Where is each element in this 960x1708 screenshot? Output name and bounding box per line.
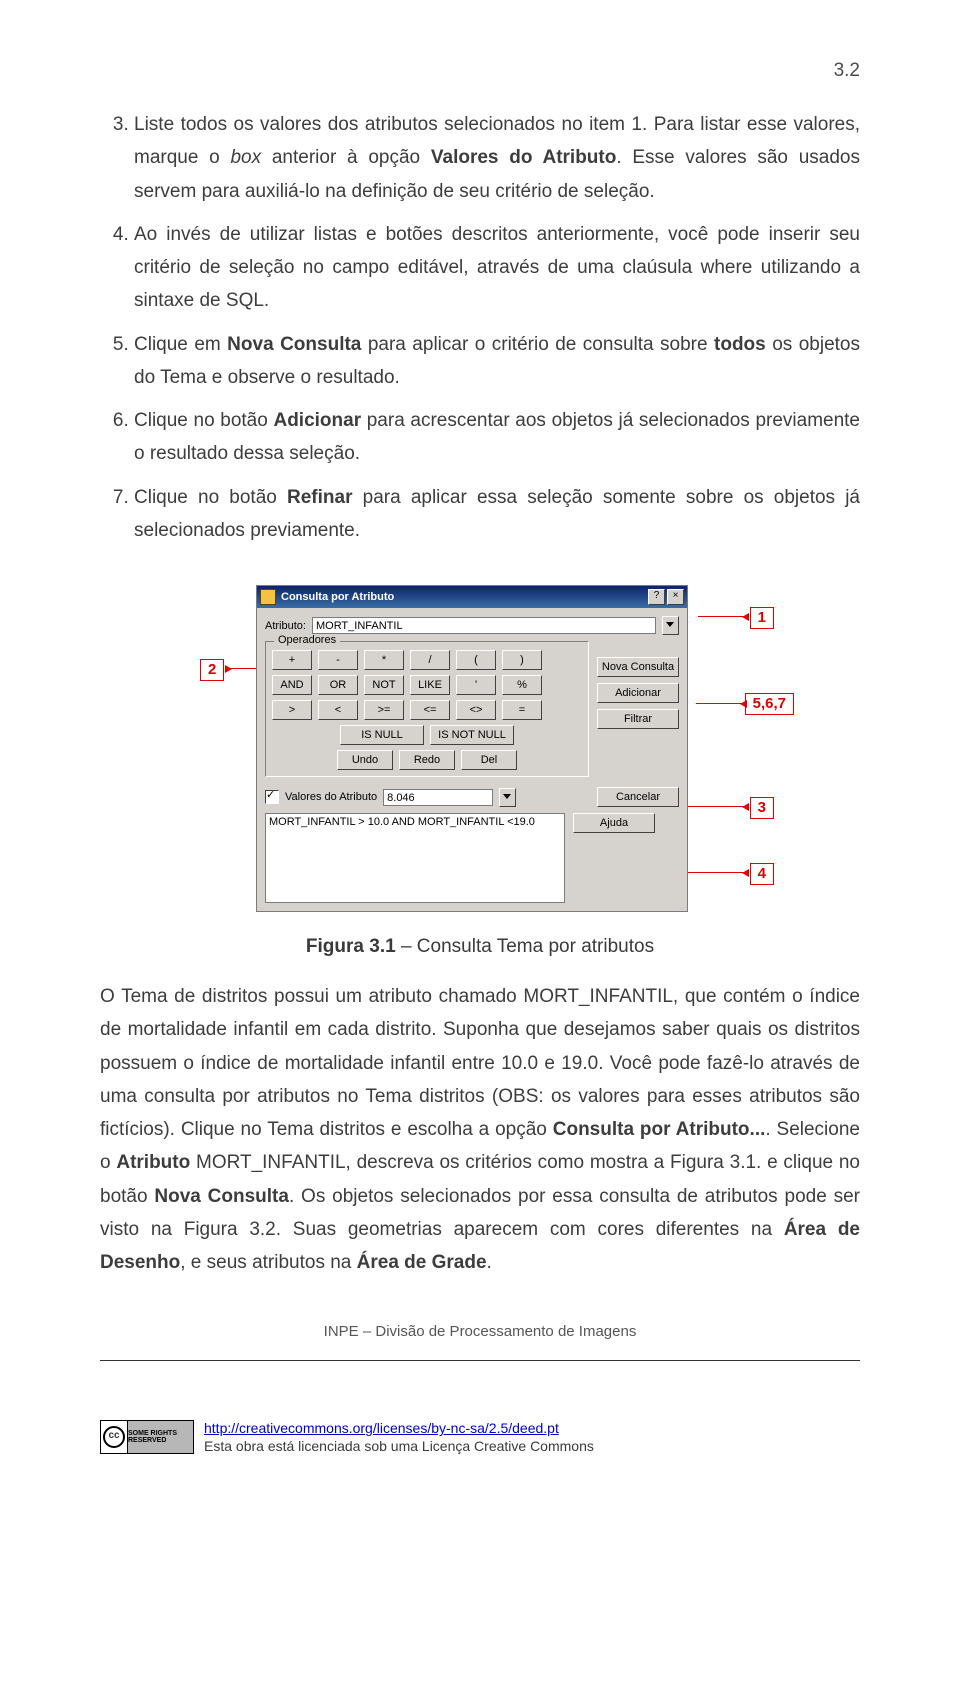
operator-button[interactable]: - — [318, 650, 358, 670]
operator-button[interactable]: % — [502, 675, 542, 695]
text-bold: Área de Grade — [357, 1252, 487, 1273]
operator-button[interactable]: > — [272, 700, 312, 720]
cancelar-button[interactable]: Cancelar — [597, 787, 679, 807]
operator-row: IS NULL IS NOT NULL — [272, 725, 582, 745]
window-icon — [260, 589, 276, 605]
callout-2: 2 — [200, 659, 224, 681]
callout-3: 3 — [750, 797, 774, 819]
valores-checkbox[interactable] — [265, 790, 279, 804]
callout-567: 5,6,7 — [745, 693, 794, 715]
list-item: Liste todos os valores dos atributos sel… — [134, 108, 860, 208]
text: Clique no botão — [134, 410, 273, 431]
text-bold: Refinar — [287, 487, 352, 508]
footer-org: INPE – Divisão de Processamento de Image… — [100, 1323, 860, 1340]
operator-button[interactable]: OR — [318, 675, 358, 695]
dialog-title: Consulta por Atributo — [281, 591, 646, 603]
text: . — [487, 1252, 492, 1273]
adicionar-button[interactable]: Adicionar — [597, 683, 679, 703]
page-number: 3.2 — [100, 60, 860, 82]
operator-button[interactable]: NOT — [364, 675, 404, 695]
list-item: Clique em Nova Consulta para aplicar o c… — [134, 328, 860, 395]
operator-button[interactable]: ) — [502, 650, 542, 670]
text-bold: Nova Consulta — [227, 334, 361, 355]
text: , e seus atributos na — [180, 1252, 356, 1273]
valores-label: Valores do Atributo — [285, 791, 377, 803]
attribute-combo[interactable]: MORT_INFANTIL — [312, 617, 656, 634]
cc-text: SOME RIGHTS RESERVED — [128, 1421, 193, 1453]
del-button[interactable]: Del — [461, 750, 517, 770]
numbered-list: Liste todos os valores dos atributos sel… — [100, 108, 860, 547]
figure-caption: Figura 3.1 – Consulta Tema por atributos — [100, 936, 860, 958]
operators-group: Operadores + - * / ( ) AND OR NOT — [265, 641, 589, 777]
operator-button[interactable]: = — [502, 700, 542, 720]
operator-button[interactable]: IS NULL — [340, 725, 424, 745]
redo-button[interactable]: Redo — [399, 750, 455, 770]
cc-badge: cc SOME RIGHTS RESERVED — [100, 1420, 194, 1454]
license-text: Esta obra está licenciada sob uma Licenç… — [204, 1438, 594, 1454]
combo-drop-icon[interactable] — [662, 616, 679, 635]
filtrar-button[interactable]: Filtrar — [597, 709, 679, 729]
list-item: Ao invés de utilizar listas e botões des… — [134, 218, 860, 318]
operator-button[interactable]: ' — [456, 675, 496, 695]
caption-text: – Consulta Tema por atributos — [396, 936, 654, 957]
list-item: Clique no botão Adicionar para acrescent… — [134, 404, 860, 471]
combo-drop-icon[interactable] — [499, 788, 516, 807]
dialog-titlebar[interactable]: Consulta por Atributo ? × — [257, 586, 687, 608]
edit-row: Undo Redo Del — [272, 750, 582, 770]
text-bold: Adicionar — [273, 410, 361, 431]
sql-textarea[interactable]: MORT_INFANTIL > 10.0 AND MORT_INFANTIL <… — [265, 813, 565, 903]
valores-combo[interactable]: 8.046 — [383, 789, 493, 806]
operator-button[interactable]: + — [272, 650, 312, 670]
operator-button[interactable]: / — [410, 650, 450, 670]
attribute-label: Atributo: — [265, 620, 306, 632]
text: Clique no botão — [134, 487, 287, 508]
text-bold: todos — [714, 334, 766, 355]
ajuda-button[interactable]: Ajuda — [573, 813, 655, 833]
operator-button[interactable]: LIKE — [410, 675, 450, 695]
text: Clique em — [134, 334, 227, 355]
text: Ao invés de utilizar listas e botões des… — [134, 224, 860, 312]
help-button[interactable]: ? — [648, 589, 665, 605]
text-bold: Nova Consulta — [154, 1186, 289, 1207]
operator-button[interactable]: <> — [456, 700, 496, 720]
operator-button[interactable]: * — [364, 650, 404, 670]
operators-label: Operadores — [274, 634, 340, 646]
undo-button[interactable]: Undo — [337, 750, 393, 770]
text: anterior à opção — [261, 147, 431, 168]
cc-icon: cc — [101, 1421, 128, 1453]
text-italic: box — [230, 147, 261, 168]
footer-bar: cc SOME RIGHTS RESERVED http://creativec… — [100, 1419, 860, 1455]
operator-row: + - * / ( ) — [272, 650, 582, 670]
operator-button[interactable]: AND — [272, 675, 312, 695]
operator-row: > < >= <= <> = — [272, 700, 582, 720]
operator-button[interactable]: IS NOT NULL — [430, 725, 514, 745]
callout-arrow — [698, 616, 748, 617]
text-bold: Consulta por Atributo... — [553, 1119, 766, 1140]
operator-button[interactable]: >= — [364, 700, 404, 720]
operator-button[interactable]: ( — [456, 650, 496, 670]
close-button[interactable]: × — [667, 589, 684, 605]
caption-number: Figura 3.1 — [306, 936, 396, 957]
callout-4: 4 — [750, 863, 774, 885]
footer-text: http://creativecommons.org/licenses/by-n… — [204, 1419, 594, 1455]
text: para aplicar o critério de consulta sobr… — [361, 334, 714, 355]
callout-1: 1 — [750, 607, 774, 629]
figure-wrapper: 1 2 5,6,7 3 4 Consulta por Atributo ? × … — [200, 585, 760, 912]
operator-button[interactable]: < — [318, 700, 358, 720]
operator-button[interactable]: <= — [410, 700, 450, 720]
dialog-body: Atributo: MORT_INFANTIL Operadores + - *… — [257, 608, 687, 911]
callout-arrow — [696, 703, 746, 704]
nova-consulta-button[interactable]: Nova Consulta — [597, 657, 679, 677]
text: O Tema de distritos possui um atributo c… — [100, 986, 860, 1140]
footer-rule — [100, 1360, 860, 1361]
text-bold: Valores do Atributo — [431, 147, 616, 168]
dialog-window: Consulta por Atributo ? × Atributo: MORT… — [256, 585, 688, 912]
text-bold: Atributo — [116, 1152, 190, 1173]
cc-link[interactable]: http://creativecommons.org/licenses/by-n… — [204, 1420, 559, 1436]
list-item: Clique no botão Refinar para aplicar ess… — [134, 481, 860, 548]
body-paragraph: O Tema de distritos possui um atributo c… — [100, 980, 860, 1279]
operator-row: AND OR NOT LIKE ' % — [272, 675, 582, 695]
